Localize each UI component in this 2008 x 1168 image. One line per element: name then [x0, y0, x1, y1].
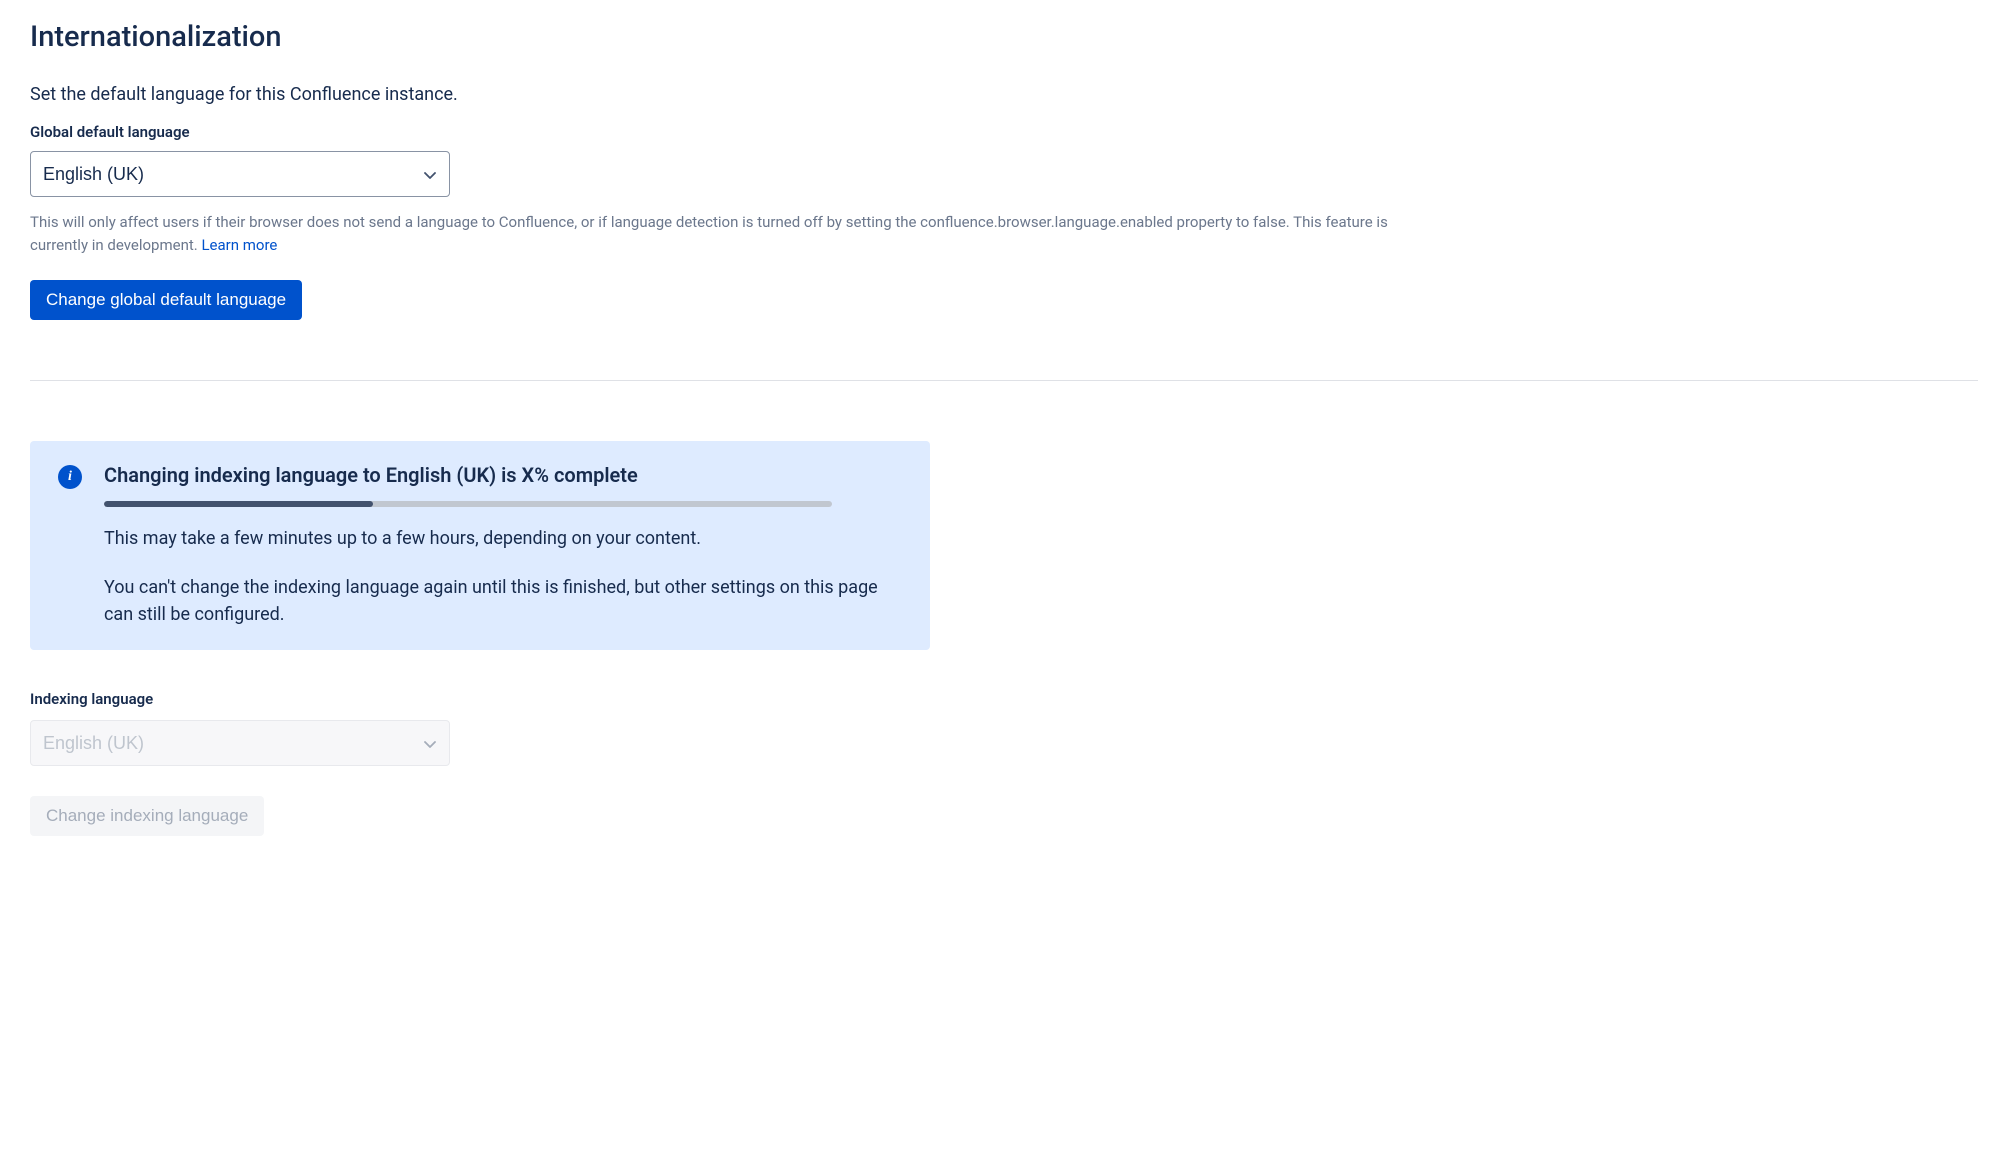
global-language-help-text: This will only affect users if their bro… [30, 211, 1410, 256]
global-language-select[interactable]: English (UK) [30, 151, 450, 197]
indexing-language-section: Indexing language English (UK) Change in… [30, 690, 1978, 836]
global-language-label: Global default language [30, 123, 1978, 141]
progress-bar-fill [104, 501, 373, 507]
page-title: Internationalization [30, 20, 1978, 54]
change-global-language-button[interactable]: Change global default language [30, 280, 302, 320]
info-panel-text-1: This may take a few minutes up to a few … [104, 525, 902, 552]
info-panel-text-2: You can't change the indexing language a… [104, 574, 902, 628]
global-language-select-wrapper: English (UK) [30, 151, 450, 197]
info-icon-wrapper: i [58, 465, 82, 489]
indexing-language-select-wrapper: English (UK) [30, 720, 450, 766]
change-indexing-language-button: Change indexing language [30, 796, 264, 836]
info-panel-title: Changing indexing language to English (U… [104, 463, 902, 487]
global-language-description: Set the default language for this Conflu… [30, 84, 1978, 105]
info-panel: i Changing indexing language to English … [30, 441, 930, 650]
indexing-language-select: English (UK) [30, 720, 450, 766]
section-divider [30, 380, 1978, 381]
info-panel-content: Changing indexing language to English (U… [104, 463, 902, 628]
info-icon: i [58, 465, 82, 489]
progress-bar [104, 501, 832, 507]
indexing-language-label: Indexing language [30, 690, 1978, 708]
learn-more-link[interactable]: Learn more [201, 236, 277, 254]
